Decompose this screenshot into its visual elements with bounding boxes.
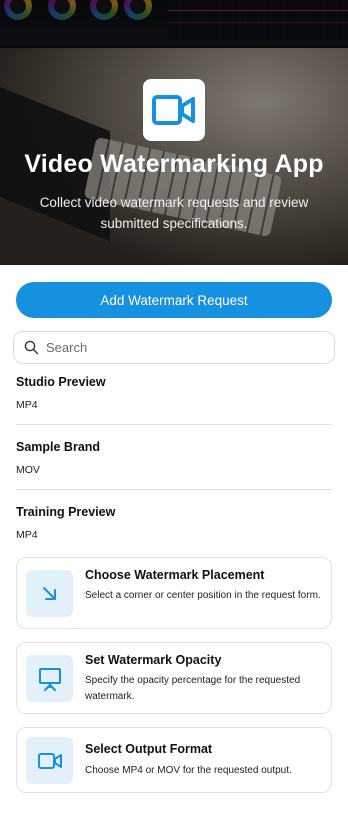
feature-card-placement: Choose Watermark Placement Select a corn… [16, 557, 332, 629]
feature-icon-tile [26, 737, 73, 784]
request-format: MOV [16, 464, 40, 476]
request-format: MP4 [16, 399, 38, 411]
search-icon [24, 340, 39, 355]
video-camera-icon [37, 752, 62, 769]
request-name: Training Preview [16, 505, 116, 519]
request-name: Studio Preview [16, 375, 106, 389]
feature-description: Specify the opacity percentage for the r… [85, 675, 301, 702]
list-item[interactable]: Sample Brand MOV [16, 440, 332, 476]
presentation-board-icon [38, 667, 61, 691]
feature-title: Set Watermark Opacity [85, 653, 222, 667]
hero-banner: Video Watermarking App Collect video wat… [0, 0, 348, 265]
video-camera-icon [152, 95, 195, 125]
add-watermark-request-button[interactable]: Add Watermark Request [16, 282, 332, 318]
request-format: MP4 [16, 529, 38, 541]
feature-description: Choose MP4 or MOV for the requested outp… [85, 765, 292, 776]
feature-card-output-format: Select Output Format Choose MP4 or MOV f… [16, 727, 332, 793]
divider [16, 424, 332, 425]
feature-card-opacity: Set Watermark Opacity Specify the opacit… [16, 642, 332, 714]
search-input[interactable] [46, 340, 316, 355]
request-name: Sample Brand [16, 440, 101, 454]
feature-title: Select Output Format [85, 742, 213, 756]
feature-icon-tile [26, 655, 73, 702]
app-logo [143, 79, 205, 141]
feature-description: Select a corner or center position in th… [85, 590, 321, 601]
search-bar[interactable] [13, 331, 335, 364]
feature-title: Choose Watermark Placement [85, 568, 265, 582]
arrow-down-right-icon [42, 586, 56, 600]
list-item[interactable]: Training Preview MP4 [16, 505, 332, 541]
page-title: Video Watermarking App [24, 150, 324, 178]
list-item[interactable]: Studio Preview MP4 [16, 375, 332, 411]
divider [16, 489, 332, 490]
feature-icon-tile [26, 570, 73, 617]
page-subtitle: Collect video watermark requests and rev… [39, 195, 309, 231]
